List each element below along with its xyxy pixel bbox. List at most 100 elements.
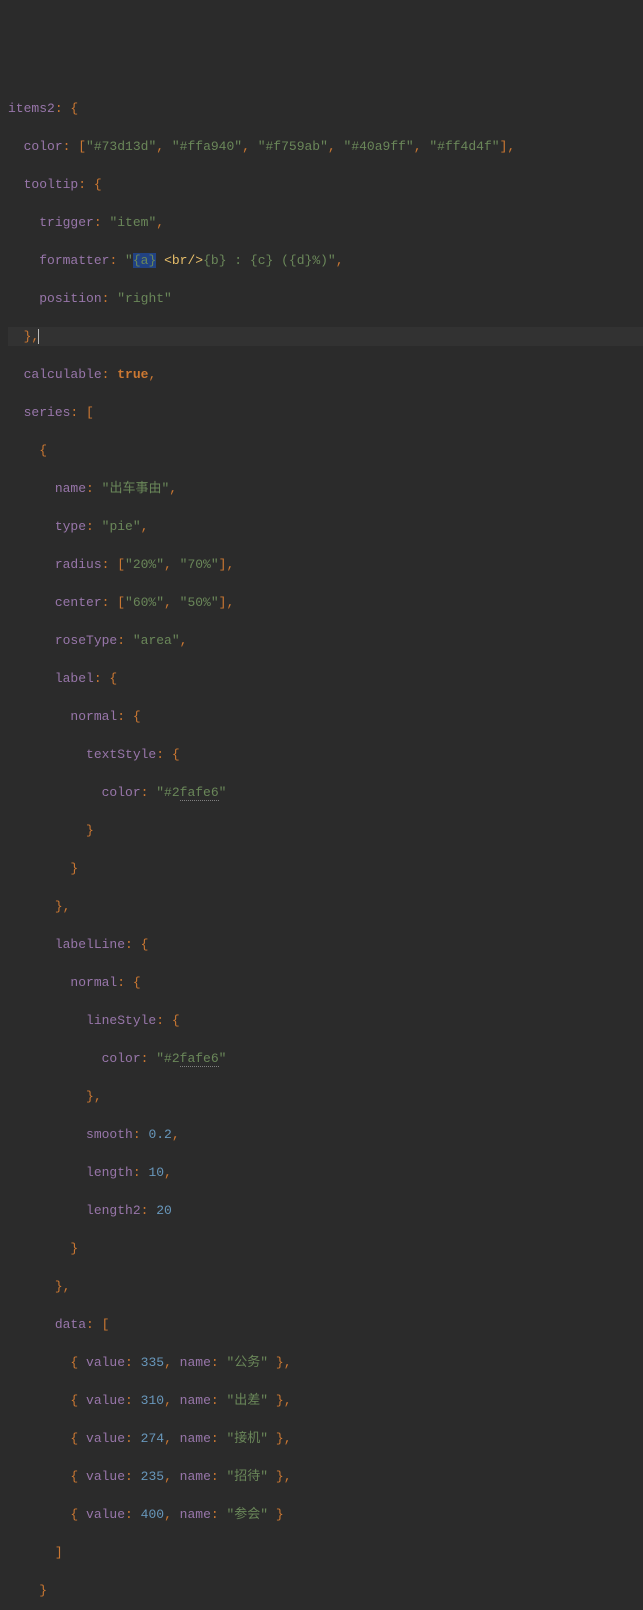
property: items2 (8, 101, 55, 116)
punctuation: : { (125, 937, 148, 952)
code-line[interactable]: color: ["#73d13d", "#ffa940", "#f759ab",… (8, 137, 643, 156)
code-line[interactable]: }, (8, 1087, 643, 1106)
punctuation: : { (117, 709, 140, 724)
code-line[interactable]: roseType: "area", (8, 631, 643, 650)
code-line[interactable]: } (8, 821, 643, 840)
property: color (102, 1051, 141, 1066)
string: "20%" (125, 557, 164, 572)
punctuation: , (164, 595, 180, 610)
property: tooltip (24, 177, 79, 192)
punctuation: , (164, 1393, 180, 1408)
punctuation: }, (276, 1431, 292, 1446)
code-line[interactable]: { value: 335, name: "公务" }, (8, 1353, 643, 1372)
property: normal (70, 975, 117, 990)
property: value (86, 1507, 125, 1522)
number: 310 (141, 1393, 164, 1408)
number: 274 (141, 1431, 164, 1446)
punctuation: : { (94, 671, 117, 686)
code-line[interactable]: { value: 235, name: "招待" }, (8, 1467, 643, 1486)
string: "#ff4d4f" (429, 139, 499, 154)
code-line[interactable]: labelLine: { (8, 935, 643, 954)
code-line[interactable]: items2: { (8, 99, 643, 118)
code-line[interactable]: ] (8, 1543, 643, 1562)
punctuation: : (141, 785, 157, 800)
code-line[interactable]: normal: { (8, 973, 643, 992)
string (156, 253, 164, 268)
code-line[interactable]: color: "#2fafe6" (8, 1049, 643, 1068)
code-line[interactable]: }, (8, 897, 643, 916)
code-line[interactable]: lineStyle: { (8, 1011, 643, 1030)
code-line[interactable]: textStyle: { (8, 745, 643, 764)
code-line[interactable]: series: [ (8, 403, 643, 422)
number: 235 (141, 1469, 164, 1484)
string-warn: fafe6 (180, 785, 219, 801)
code-line[interactable]: length2: 20 (8, 1201, 643, 1220)
property: lineStyle (86, 1013, 156, 1028)
punctuation: }, (276, 1469, 292, 1484)
punctuation: } (39, 1583, 47, 1598)
code-editor[interactable]: items2: { color: ["#73d13d", "#ffa940", … (0, 76, 643, 1610)
punctuation: : (125, 1507, 141, 1522)
punctuation: , (242, 139, 258, 154)
code-line[interactable]: normal: { (8, 707, 643, 726)
property: data (55, 1317, 86, 1332)
punctuation: }, (55, 899, 71, 914)
code-line[interactable]: tooltip: { (8, 175, 643, 194)
string: "pie" (102, 519, 141, 534)
code-line[interactable]: { (8, 441, 643, 460)
property: value (86, 1469, 125, 1484)
string-warn: fafe6 (180, 1051, 219, 1067)
code-line[interactable]: position: "right" (8, 289, 643, 308)
property: name (180, 1507, 211, 1522)
code-line[interactable]: calculable: true, (8, 365, 643, 384)
string: {b} : {c} ( (203, 253, 289, 268)
code-line-current[interactable]: }, (8, 327, 643, 346)
punctuation: { (70, 1507, 86, 1522)
punctuation: } (70, 861, 78, 876)
string: " (219, 785, 227, 800)
punctuation: : (211, 1469, 227, 1484)
code-line[interactable]: formatter: "{a} <br/>{b} : {c} ({d}%)", (8, 251, 643, 270)
punctuation: : [ (70, 405, 93, 420)
punctuation: }, (276, 1393, 292, 1408)
code-line[interactable]: } (8, 1581, 643, 1600)
property: position (39, 291, 101, 306)
code-line[interactable]: length: 10, (8, 1163, 643, 1182)
code-line[interactable]: { value: 310, name: "出差" }, (8, 1391, 643, 1410)
string: "50%" (180, 595, 219, 610)
code-line[interactable]: data: [ (8, 1315, 643, 1334)
punctuation: : (211, 1355, 227, 1370)
code-line[interactable]: { value: 274, name: "接机" }, (8, 1429, 643, 1448)
property: roseType (55, 633, 117, 648)
code-line[interactable]: { value: 400, name: "参会" } (8, 1505, 643, 1524)
code-line[interactable]: center: ["60%", "50%"], (8, 593, 643, 612)
property: series (24, 405, 71, 420)
punctuation: , (164, 1165, 172, 1180)
code-line[interactable]: type: "pie", (8, 517, 643, 536)
code-line[interactable]: }, (8, 1277, 643, 1296)
code-line[interactable]: radius: ["20%", "70%"], (8, 555, 643, 574)
code-line[interactable]: } (8, 859, 643, 878)
code-line[interactable]: smooth: 0.2, (8, 1125, 643, 1144)
property: value (86, 1393, 125, 1408)
string: "招待" (227, 1469, 276, 1484)
punctuation: ], (219, 595, 235, 610)
punctuation: : [ (63, 139, 86, 154)
string: "#2 (156, 1051, 179, 1066)
code-line[interactable]: } (8, 1239, 643, 1258)
code-line[interactable]: label: { (8, 669, 643, 688)
punctuation: , (180, 633, 188, 648)
property: textStyle (86, 747, 156, 762)
punctuation: ], (219, 557, 235, 572)
code-line[interactable]: trigger: "item", (8, 213, 643, 232)
string: "right" (117, 291, 172, 306)
code-line[interactable]: name: "出车事由", (8, 479, 643, 498)
property: smooth (86, 1127, 133, 1142)
punctuation: , (164, 1469, 180, 1484)
punctuation: : (86, 519, 102, 534)
punctuation: , (164, 1431, 180, 1446)
code-line[interactable]: color: "#2fafe6" (8, 783, 643, 802)
property: normal (70, 709, 117, 724)
punctuation: : { (156, 1013, 179, 1028)
punctuation: } (276, 1507, 284, 1522)
